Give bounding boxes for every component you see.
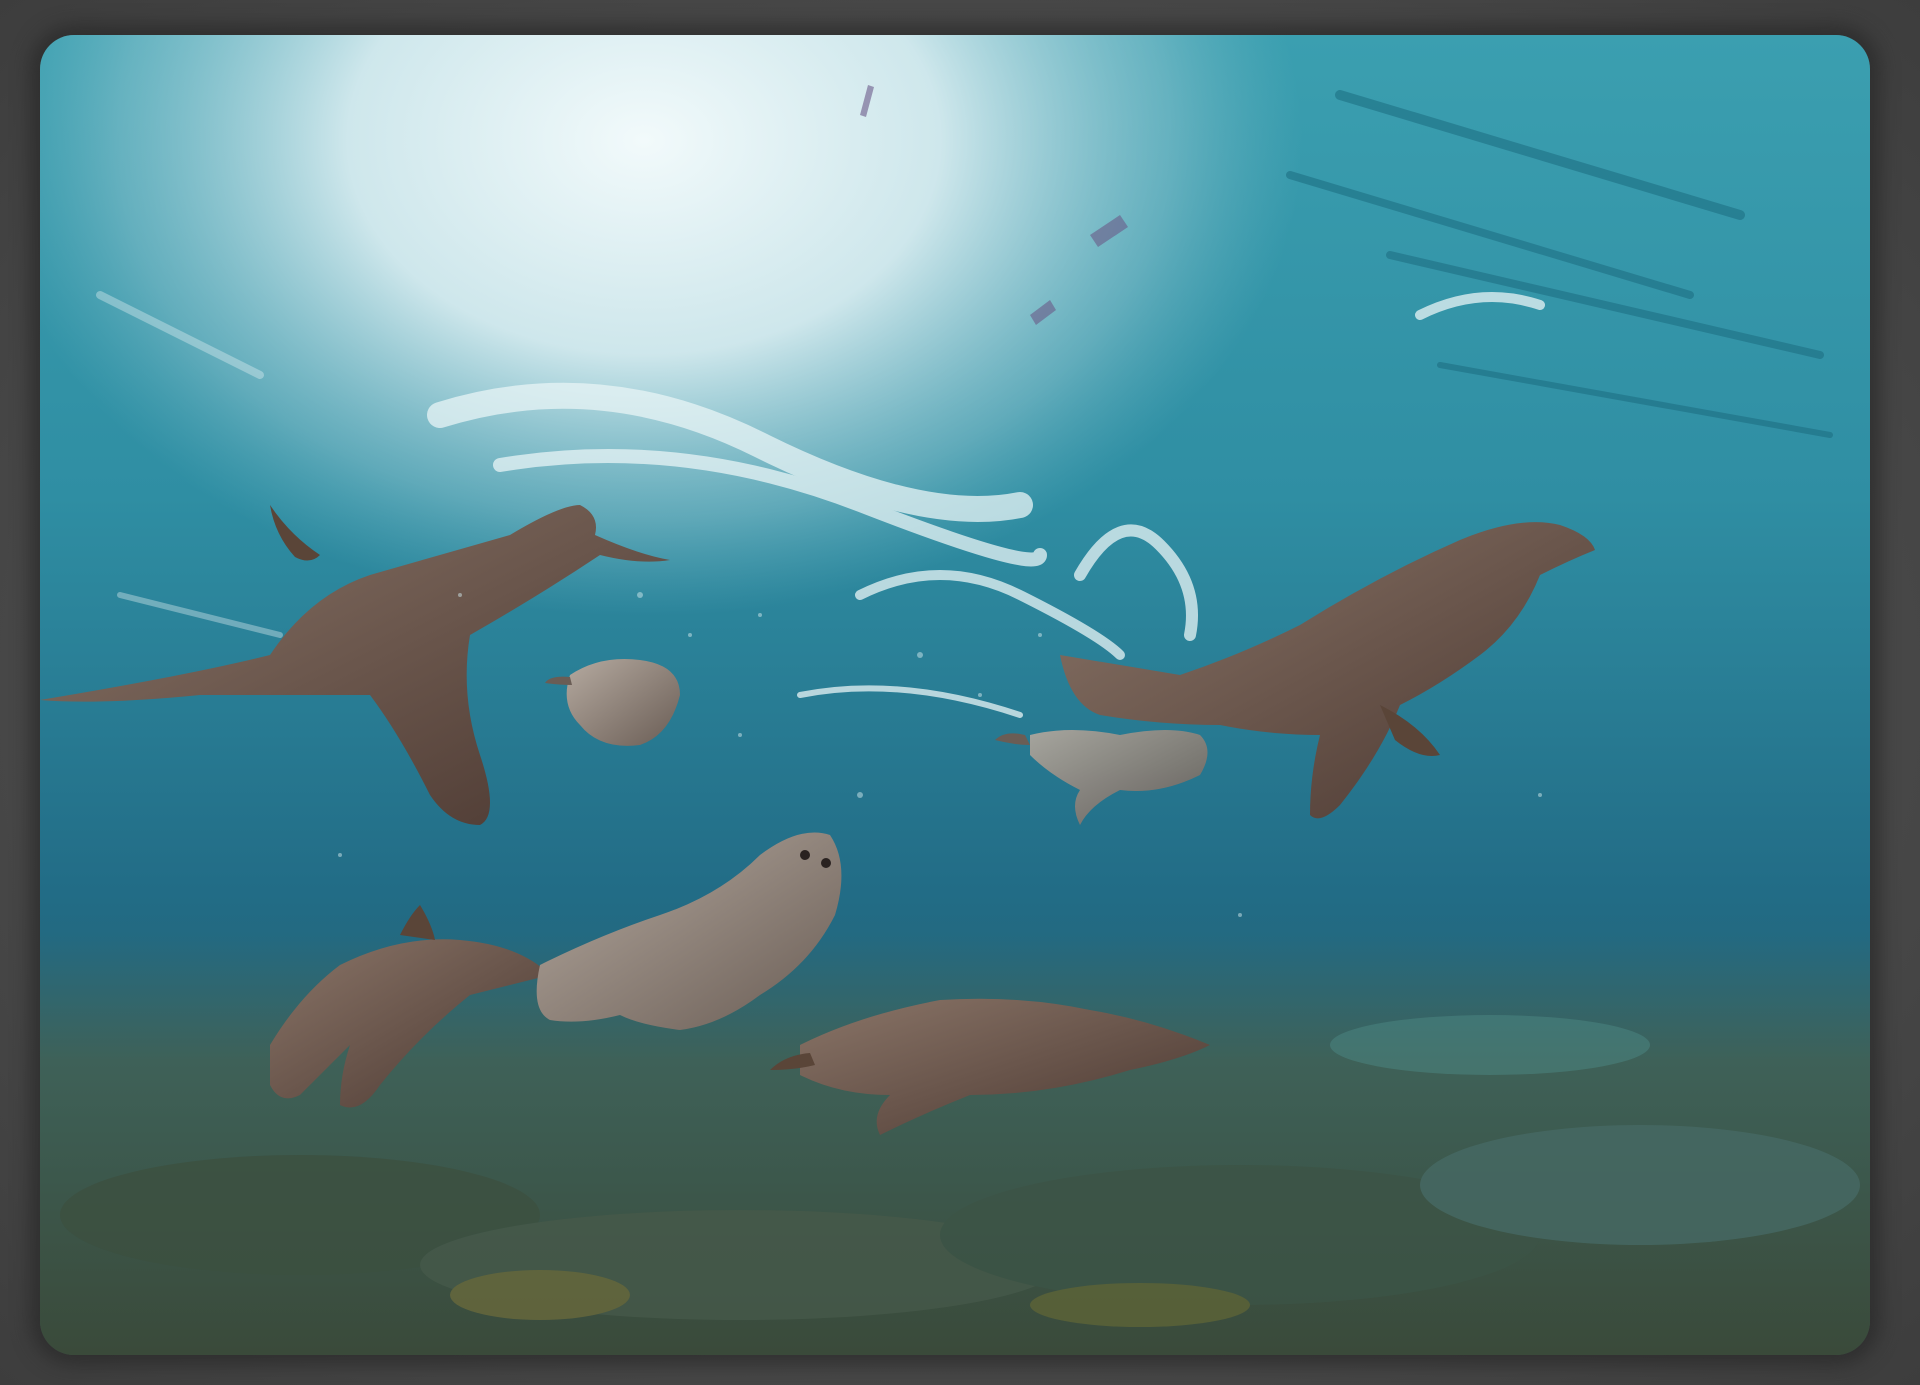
underwater-painting xyxy=(40,35,1870,1355)
painting-canvas xyxy=(40,35,1870,1355)
gray-frame xyxy=(0,0,1920,1385)
